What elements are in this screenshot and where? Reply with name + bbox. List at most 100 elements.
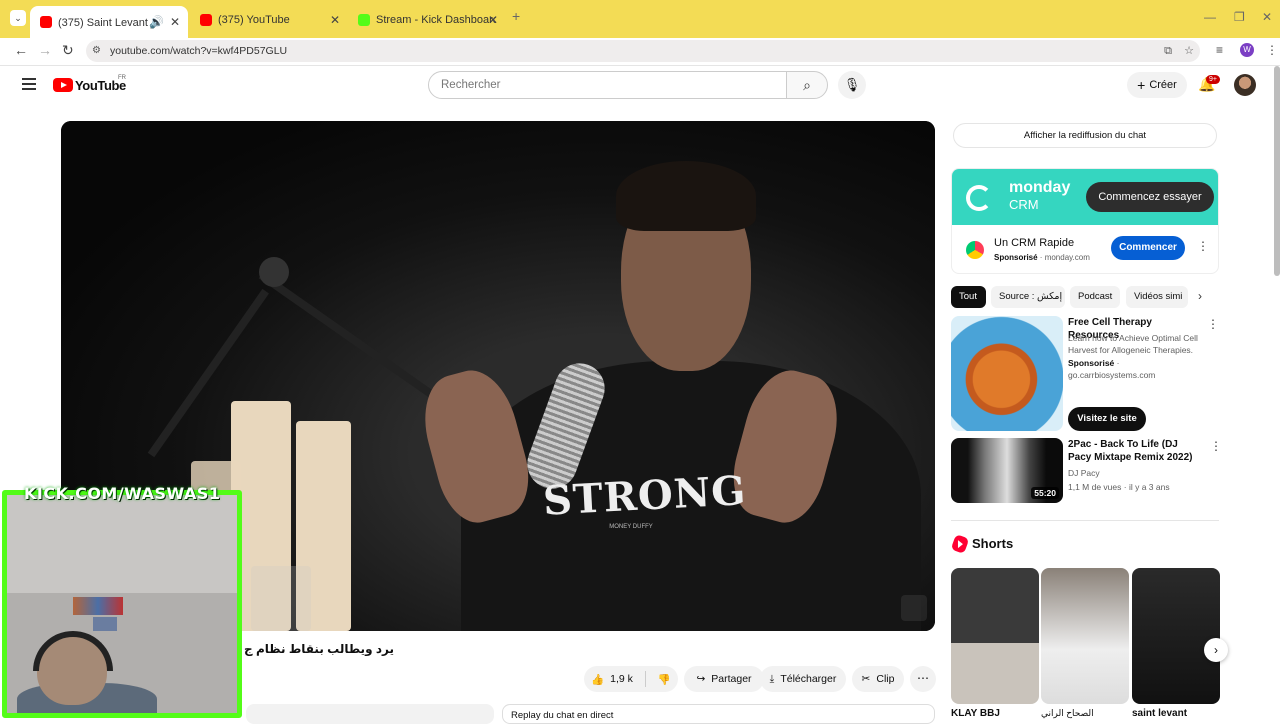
media-control-icon[interactable]: ≡	[1216, 43, 1223, 57]
ad-brand-product: CRM	[1009, 197, 1039, 212]
channel-watermark[interactable]	[901, 595, 927, 621]
ad-cta-button[interactable]: Commencer	[1111, 236, 1185, 260]
headset	[33, 631, 113, 671]
more-actions-button[interactable]: ⋯	[910, 666, 936, 692]
rec-menu-icon[interactable]: ⋮	[1207, 317, 1219, 331]
youtube-play-icon	[53, 78, 73, 92]
ad-thumbnail[interactable]	[951, 316, 1063, 431]
monday-app-icon	[966, 241, 984, 259]
visit-site-button[interactable]: Visitez le site	[1068, 407, 1146, 431]
bookmark-star-icon[interactable]: ☆	[1184, 40, 1194, 62]
cast-icon[interactable]: ⧉	[1164, 40, 1172, 62]
short-title[interactable]: KLAY BBJ	[951, 708, 1000, 719]
close-window-icon[interactable]: ✕	[1262, 10, 1272, 24]
duration-badge: 55:20	[1031, 487, 1059, 499]
new-tab-button[interactable]: +	[512, 8, 520, 24]
browser-menu-icon[interactable]: ⋮	[1266, 43, 1278, 57]
shorts-heading: Shorts	[972, 536, 1014, 551]
microphone-icon: 🎙	[843, 77, 861, 92]
short-title[interactable]: الصحاح الراني	[1041, 708, 1094, 719]
live-chat-replay-panel[interactable]: Replay du chat en direct	[502, 704, 935, 724]
rec-meta: Sponsorisé · go.carrbiosystems.com	[1068, 358, 1156, 380]
forward-icon[interactable]: →	[38, 42, 52, 58]
youtube-logo[interactable]: YouTube	[53, 77, 126, 93]
ad-brand-name: monday	[1009, 179, 1071, 196]
reload-icon[interactable]: ↻	[62, 42, 74, 59]
description-box[interactable]	[246, 704, 494, 724]
kick-webcam-overlay: KICK.COM/WASWAS1	[0, 482, 246, 720]
divider	[951, 520, 1219, 521]
tab-search-icon[interactable]: ⌄	[10, 10, 26, 26]
show-chat-replay-button[interactable]: Afficher la rediffusion du chat	[953, 123, 1217, 148]
short-title[interactable]: saint levant	[1132, 708, 1187, 719]
dislike-button[interactable]: 👎	[658, 673, 671, 686]
chip-all[interactable]: Tout	[951, 286, 986, 308]
plus-icon: +	[1137, 77, 1146, 93]
close-icon[interactable]: ✕	[488, 13, 498, 27]
tab-saint-levant[interactable]: (375) Saint Levant ت المجهز 🔊 ✕	[30, 6, 188, 38]
monday-logo-icon	[966, 185, 992, 211]
webcam-feed	[2, 490, 242, 718]
short-thumbnail[interactable]	[1132, 568, 1220, 704]
clip-button[interactable]: ✂ Clip	[852, 666, 904, 692]
site-info-icon[interactable]: ⚙	[92, 40, 101, 62]
short-thumbnail[interactable]	[1041, 568, 1129, 704]
ad-banner-cta[interactable]: Commencez essayer	[1086, 182, 1214, 212]
chat-replay-label: Afficher la rediffusion du chat	[1023, 130, 1147, 141]
short-thumbnail[interactable]	[951, 568, 1039, 704]
chip-source[interactable]: Source : إمكش	[991, 286, 1065, 308]
speaker-icon[interactable]: 🔊	[149, 15, 164, 29]
ad-title: Un CRM Rapide	[994, 237, 1075, 249]
tab-label: (375) Saint Levant ت المجهز	[58, 16, 158, 29]
download-button[interactable]: ⤓ Télécharger	[760, 666, 846, 692]
tab-kick-dashboard[interactable]: Stream - Kick Dashboard ✕	[348, 6, 506, 34]
ad-banner[interactable]: monday CRM Commencez essayer	[952, 169, 1218, 225]
tab-label: Stream - Kick Dashboard	[376, 14, 496, 26]
back-icon[interactable]: ←	[14, 42, 28, 58]
sponsored-ad-card[interactable]: monday CRM Commencez essayer Un CRM Rapi…	[951, 168, 1219, 274]
youtube-icon	[40, 16, 52, 28]
search-input[interactable]: Rechercher	[428, 71, 787, 99]
ad-meta: Sponsorisé · monday.com	[994, 253, 1090, 262]
person-hair	[616, 161, 756, 231]
rec-title[interactable]: 2Pac - Back To Life (DJ Pacy Mixtape Rem…	[1068, 438, 1203, 464]
ad-menu-icon[interactable]: ⋮	[1197, 239, 1209, 253]
browser-tab-bar: ⌄ (375) Saint Levant ت المجهز 🔊 ✕ (375) …	[0, 0, 1280, 38]
tab-youtube[interactable]: (375) YouTube ✕	[190, 6, 348, 34]
restore-icon[interactable]: ❐	[1234, 10, 1245, 24]
url-field[interactable]: ⚙ youtube.com/watch?v=kwf4PD57GLU ⧉ ☆	[86, 40, 1200, 62]
profile-initial: W	[1243, 45, 1251, 54]
share-button[interactable]: ↪ Partager	[684, 666, 764, 692]
hamburger-menu-icon[interactable]	[22, 78, 36, 94]
like-count: 1,9 k	[610, 673, 633, 685]
like-dislike-group: 👍 1,9 k 👎	[584, 666, 678, 692]
rec-views: 1,1 M de vues · il y a 3 ans	[1068, 482, 1170, 492]
divider	[644, 671, 646, 687]
search-button[interactable]: ⌕	[786, 71, 828, 99]
like-button[interactable]: 👍	[591, 673, 604, 686]
video-title: يرد ويطالب بنقاط نظام ج	[244, 642, 394, 656]
chevron-right-icon[interactable]: ›	[1198, 289, 1202, 303]
close-icon[interactable]: ✕	[330, 13, 340, 27]
close-icon[interactable]: ✕	[170, 15, 180, 29]
share-icon: ↪	[696, 673, 706, 685]
rec-menu-icon[interactable]: ⋮	[1210, 439, 1222, 453]
voice-search-button[interactable]: 🎙	[838, 71, 866, 99]
ad-brand: monday CRM	[1009, 179, 1070, 213]
kick-channel-banner: KICK.COM/WASWAS1	[24, 484, 221, 503]
sponsored-label: Sponsorisé	[994, 253, 1038, 262]
profile-avatar[interactable]: W	[1240, 43, 1254, 57]
wall-poster	[93, 617, 117, 631]
minimize-icon[interactable]: —	[1204, 10, 1216, 24]
avatar[interactable]	[1234, 74, 1256, 96]
chip-podcast[interactable]: Podcast	[1070, 286, 1120, 308]
video-thumbnail[interactable]: 55:20	[951, 438, 1063, 503]
create-button[interactable]: + Créer	[1127, 72, 1187, 98]
rec-channel[interactable]: DJ Pacy	[1068, 467, 1208, 479]
water-glass	[251, 566, 311, 631]
page-scrollbar[interactable]	[1274, 66, 1280, 276]
chevron-right-icon[interactable]: ›	[1204, 638, 1228, 662]
notification-badge: 9+	[1206, 75, 1220, 84]
url-text: youtube.com/watch?v=kwf4PD57GLU	[110, 45, 288, 57]
chip-similar-videos[interactable]: Vidéos simi	[1126, 286, 1188, 308]
